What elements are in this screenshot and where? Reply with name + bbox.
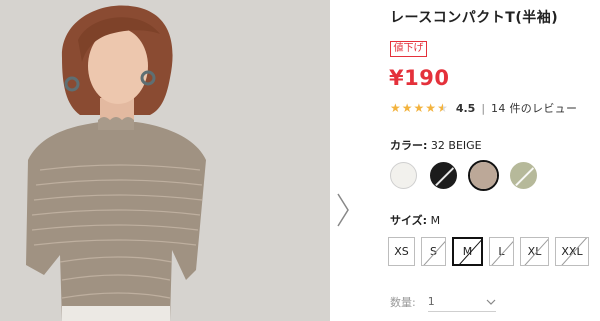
product-photo [0,0,330,321]
sale-badge: 値下げ [390,41,427,57]
rating-row[interactable]: ★ ★ ★ ★ ★ 4.5 | 14 件のレビュー [390,100,577,116]
color-swatch-beige[interactable] [470,162,497,189]
rating-separator: | [481,101,486,115]
product-title: レースコンパクトT(半袖) [390,10,559,26]
model-photo-illustration [0,0,330,321]
unavailable-slash-icon [431,163,456,188]
size-option-l[interactable]: L [489,237,514,266]
size-selected-value: M [430,214,441,227]
rating-score: 4.5 [455,101,476,115]
size-option-s[interactable]: S [421,237,446,266]
quantity-select[interactable]: 1 [427,292,496,312]
quantity-label: 数量: [390,296,416,309]
color-swatch-white[interactable] [390,162,417,189]
color-swatch-black[interactable] [430,162,457,189]
chevron-down-icon [486,299,496,305]
color-swatch-green[interactable] [510,162,537,189]
size-option-xs[interactable]: XS [388,237,415,266]
size-option-label: XS [394,245,409,258]
star-icon: ★ [413,101,425,115]
size-option-xxl[interactable]: XXL [555,237,589,266]
size-option-m[interactable]: M [452,237,483,266]
quantity-value: 1 [427,295,435,308]
size-label: サイズ: [390,214,428,227]
swatch-green-wrap [508,160,539,191]
color-selected-value: 32 BEIGE [430,139,482,152]
color-label: カラー: [390,139,428,152]
size-option-xl[interactable]: XL [520,237,549,266]
review-count-link[interactable]: 14 件のレビュー [491,100,577,116]
color-swatches [388,160,539,191]
size-options: XS S M L XL XXL [388,237,589,266]
star-icon: ★ [390,101,401,115]
chevron-right-icon [337,193,349,227]
next-image-arrow[interactable] [334,190,352,230]
swatch-white-wrap [388,160,419,191]
half-star-icon: ★ [437,101,448,115]
unavailable-slash-icon [511,163,536,188]
color-label-row: カラー: 32 BEIGE [390,137,482,153]
size-label-row: サイズ: M [390,212,440,228]
star-icon: ★ [425,101,437,115]
star-icon: ★ [401,101,413,115]
rating-stars: ★ ★ ★ ★ ★ [390,102,448,114]
quantity-row: 数量: 1 [390,292,496,312]
swatch-black-wrap [428,160,459,191]
swatch-beige-wrap [468,160,499,191]
product-price: ¥190 [389,66,450,90]
